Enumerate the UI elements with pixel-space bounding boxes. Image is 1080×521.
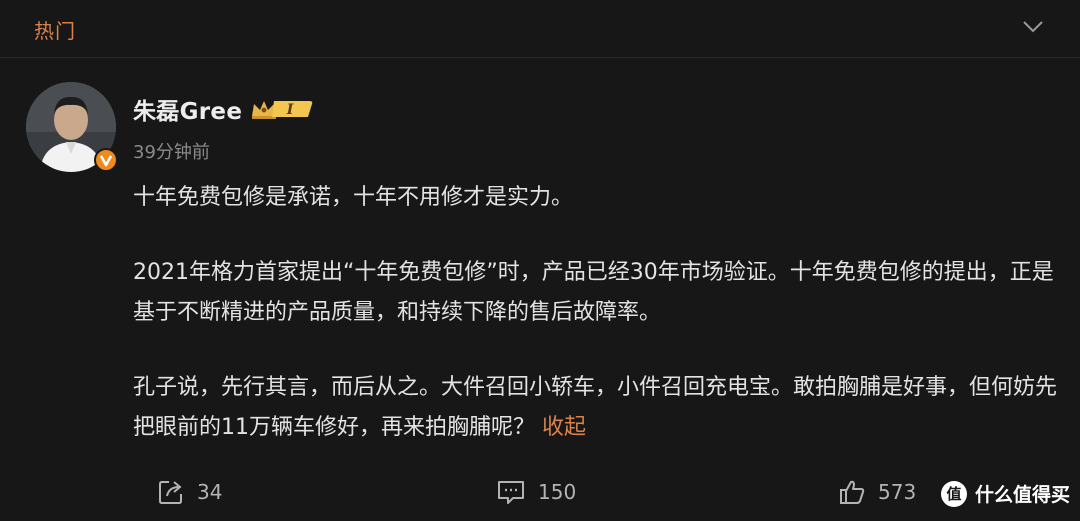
member-level: I (286, 102, 294, 118)
chevron-down-icon[interactable] (1022, 19, 1044, 35)
author-avatar[interactable] (26, 82, 118, 172)
comment-count: 150 (538, 480, 577, 504)
collapse-link[interactable]: 收起 (542, 415, 586, 440)
post-paragraph-text: 孔子说，先行其言，而后从之。大件召回小轿车，小件召回充电宝。敢拍胸脯是好事，但何… (133, 375, 1058, 440)
comment-button[interactable]: 150 (496, 478, 576, 506)
hot-section-header: 热门 (0, 0, 1080, 58)
post-actions: 34 150 573 (0, 470, 1080, 521)
like-button[interactable]: 573 (838, 478, 916, 506)
post-paragraph: 2021年格力首家提出“十年免费包修”时，产品已经30年市场验证。十年免费包修的… (133, 260, 1054, 325)
section-title: 热门 (34, 19, 76, 43)
crown-icon: I (252, 101, 313, 119)
post-paragraph: 孔子说，先行其言，而后从之。大件召回小轿车，小件召回充电宝。敢拍胸脯是好事，但何… (133, 368, 1063, 448)
thumbs-up-icon (840, 480, 865, 504)
watermark-text: 什么值得买 (974, 484, 1070, 506)
repost-count: 34 (197, 480, 223, 504)
post-timestamp: 39分钟前 (133, 142, 210, 163)
verified-v-icon (94, 148, 118, 172)
comment-icon (498, 481, 524, 504)
watermark-logo: 值 (940, 480, 967, 507)
share-icon (159, 481, 182, 504)
watermark: 值 什么值得买 (940, 480, 1070, 507)
divider (0, 57, 1080, 58)
watermark-logo-text: 值 (946, 485, 962, 503)
member-crown-badge[interactable]: I (250, 96, 314, 122)
post-body: 十年免费包修是承诺，十年不用修才是实力。 2021年格力首家提出“十年免费包修”… (133, 178, 1063, 448)
like-count: 573 (878, 480, 917, 504)
post-paragraph: 十年免费包修是承诺，十年不用修才是实力。 (133, 185, 574, 210)
author-row: 朱磊Gree I (133, 92, 314, 126)
weibo-post-page: 热门 朱磊Gree I 39分钟前 十年免费包修是承诺，十年不用修才是实力。 2… (0, 0, 1080, 521)
repost-button[interactable]: 34 (157, 478, 222, 506)
author-name[interactable]: 朱磊Gree (133, 92, 242, 126)
